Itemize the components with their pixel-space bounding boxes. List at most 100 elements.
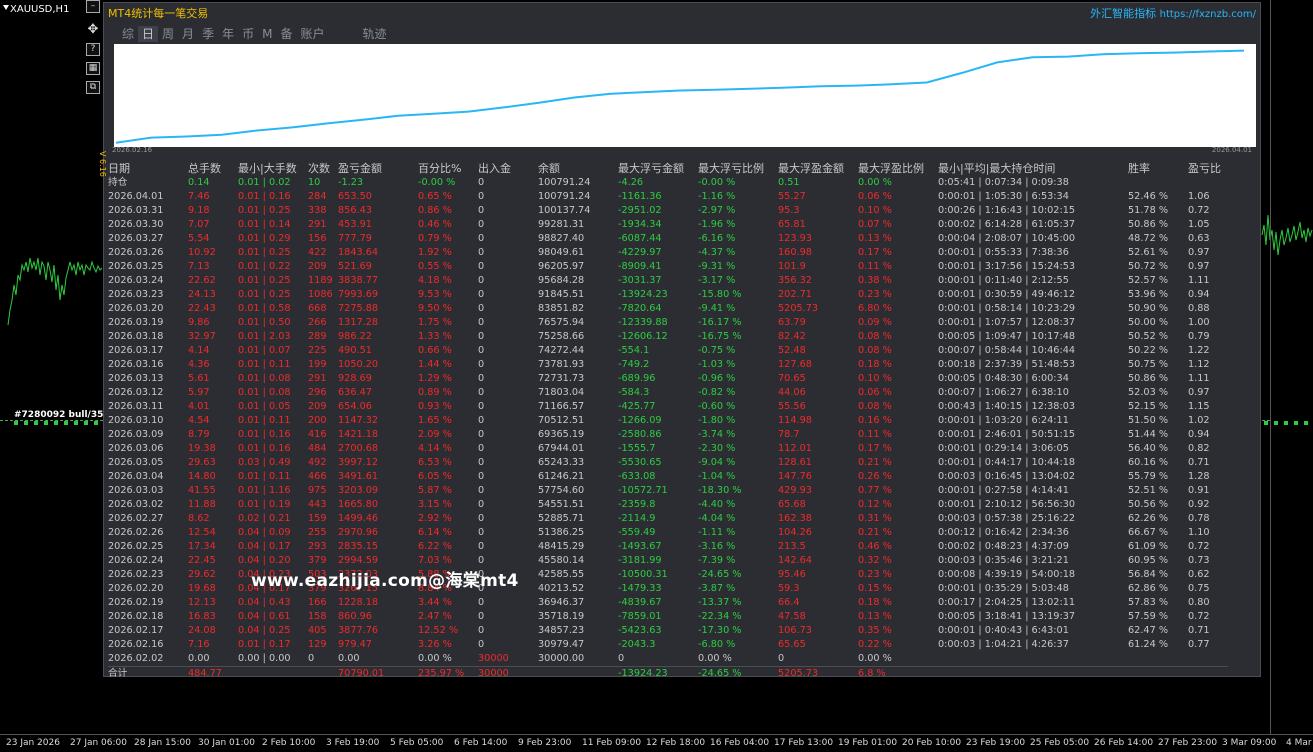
table-cell: 0.23 % [858, 289, 892, 300]
tab-yearly[interactable]: 年 [218, 26, 238, 42]
table-row[interactable]: 2026.03.02 11.88 0.01 | 0.19 443 1665.80 3.15… [108, 498, 1228, 512]
tab-track[interactable]: 轨迹 [359, 26, 391, 42]
table-cell: 0.01 | 0.25 [238, 205, 291, 216]
symbol-dropdown-icon[interactable] [3, 5, 9, 10]
table-row[interactable]: 2026.02.27 8.62 0.02 | 0.21 159 1499.46 2.92 … [108, 512, 1228, 526]
table-cell: 860.96 [338, 611, 372, 622]
table-row[interactable]: 2026.03.19 9.86 0.01 | 0.50 266 1317.28 1.75 … [108, 316, 1228, 330]
tab-account[interactable]: 账户 [296, 26, 328, 42]
table-cell: 99281.31 [538, 219, 585, 230]
table-row[interactable]: 2026.02.19 12.13 0.04 | 0.43 166 1228.18 3.44… [108, 596, 1228, 610]
table-cell: 30979.47 [538, 639, 585, 650]
window-icon[interactable]: ⧉ [86, 81, 100, 94]
grid-icon[interactable]: ▦ [86, 62, 100, 75]
table-cell: 1.92 % [418, 247, 452, 258]
table-cell: 7.07 [188, 219, 210, 230]
column-header: 总手数 [188, 161, 221, 175]
table-row[interactable]: 2026.03.20 22.43 0.01 | 0.58 668 7275.88 9.50… [108, 302, 1228, 316]
table-cell: 0.86 % [418, 205, 452, 216]
tab-monthly[interactable]: 月 [178, 26, 198, 42]
time-tick: 28 Jan 15:00 [134, 738, 191, 748]
table-row[interactable]: 2026.03.11 4.01 0.01 | 0.05 209 654.06 0.93 %… [108, 400, 1228, 414]
table-row[interactable]: 2026.03.03 41.55 0.01 | 1.16 975 3203.09 5.87… [108, 484, 1228, 498]
table-cell: 0.00 | 0.00 [238, 653, 291, 664]
tab-summary[interactable]: 综 [118, 26, 138, 42]
table-cell: 429.93 [778, 485, 812, 496]
table-row[interactable]: 2026.03.23 24.13 0.01 | 0.25 1086 7993.69 9.5… [108, 288, 1228, 302]
table-row[interactable]: 2026.03.30 7.07 0.01 | 0.14 291 453.91 0.46 %… [108, 218, 1228, 232]
table-cell: 0.23 % [858, 569, 892, 580]
table-cell: 0 [478, 457, 485, 468]
table-cell: -633.08 [618, 471, 656, 482]
help-icon[interactable]: ? [86, 43, 100, 56]
table-cell: -2580.86 [618, 429, 662, 440]
table-row[interactable]: 2026.03.12 5.97 0.01 | 0.08 296 636.47 0.89 %… [108, 386, 1228, 400]
tab-quarterly[interactable]: 季 [198, 26, 218, 42]
table-cell: 0.78 [1188, 513, 1210, 524]
table-cell: 0:00:05 | 1:09:47 | 10:17:48 [938, 331, 1076, 342]
table-cell: 70.65 [778, 373, 806, 384]
table-cell: 50.86 % [1128, 219, 1169, 230]
table-cell: 1317.28 [338, 317, 379, 328]
table-row[interactable]: 2026.03.27 5.54 0.01 | 0.29 156 777.79 0.79 %… [108, 232, 1228, 246]
move-icon[interactable]: ✥ [86, 23, 100, 37]
table-row[interactable]: 2026.03.13 5.61 0.01 | 0.08 291 928.69 1.29 %… [108, 372, 1228, 386]
tab-weekly[interactable]: 周 [158, 26, 178, 42]
table-cell: 975 [308, 485, 327, 496]
table-row[interactable]: 2026.03.18 32.97 0.01 | 2.03 289 986.22 1.33 … [108, 330, 1228, 344]
table-row[interactable]: 2026.03.09 8.79 0.01 | 0.16 416 1421.18 2.09 … [108, 428, 1228, 442]
table-cell: 5205.73 [778, 303, 819, 314]
table-cell: 3838.77 [338, 275, 379, 286]
tab-notes[interactable]: 备 [276, 26, 296, 42]
table-cell: 0.07 % [858, 219, 892, 230]
table-row[interactable]: 2026.02.18 16.83 0.04 | 0.61 158 860.96 2.47 … [108, 610, 1228, 624]
table-row[interactable]: 2026.03.05 29.63 0.03 | 0.49 492 3997.12 6.53… [108, 456, 1228, 470]
table-cell: 0.09 % [858, 317, 892, 328]
table-cell: 45580.14 [538, 555, 585, 566]
table-row[interactable]: 2026.02.16 7.16 0.01 | 0.17 129 979.47 3.26 %… [108, 638, 1228, 652]
table-row[interactable]: 2026.02.25 17.34 0.04 | 0.17 293 2835.15 6.22… [108, 540, 1228, 554]
brand-url[interactable]: https://fxznzb.com/ [1160, 9, 1256, 20]
table-cell: 0 [478, 611, 485, 622]
table-cell: 0.97 [1188, 387, 1210, 398]
table-cell: 34857.23 [538, 625, 585, 636]
table-cell: 74272.44 [538, 345, 585, 356]
table-cell: 104.26 [778, 527, 812, 538]
table-row[interactable]: 2026.03.06 19.38 0.01 | 0.16 484 2700.68 4.14… [108, 442, 1228, 456]
brand-link[interactable]: 外汇智能指标 https://fxznzb.com/ [1090, 5, 1256, 21]
time-axis: 23 Jan 2026 27 Jan 06:00 28 Jan 15:00 30… [0, 734, 1313, 752]
table-row[interactable]: 2026.03.31 9.18 0.01 | 0.25 338 856.43 0.86 %… [108, 204, 1228, 218]
table-row[interactable]: 2026.03.04 14.80 0.01 | 0.11 466 3491.61 6.05… [108, 470, 1228, 484]
table-row[interactable]: 2026.02.02 0.00 0.00 | 0.00 0 0.00 0.00 % 3000… [108, 652, 1228, 667]
table-row[interactable]: 2026.03.10 4.54 0.01 | 0.11 200 1147.32 1.65 … [108, 414, 1228, 428]
table-row[interactable]: 2026.03.25 7.13 0.01 | 0.22 209 521.69 0.55 %… [108, 260, 1228, 274]
table-cell: 0.72 [1188, 205, 1210, 216]
table-row[interactable]: 2026.04.01 7.46 0.01 | 0.16 284 653.50 0.65 %… [108, 190, 1228, 204]
table-cell: 3491.61 [338, 471, 379, 482]
minimize-icon[interactable]: – [86, 0, 100, 13]
equity-start-date: 2026.02.16 [112, 146, 153, 154]
table-header: 日期 总手数 最小|大手数 次数 盈亏金额 百分比% 出入金 余额 最大浮亏金额 最大浮亏比例 最大… [108, 161, 1228, 176]
table-cell: 0 [478, 345, 485, 356]
table-cell: 63.79 [778, 317, 806, 328]
tab-magic[interactable]: M [258, 26, 276, 42]
table-cell: 2026.02.02 [108, 653, 164, 664]
table-cell: 59.3 [778, 583, 800, 594]
table-row[interactable]: 2026.02.17 24.08 0.04 | 0.25 405 3877.76 12.5… [108, 624, 1228, 638]
table-cell: 0.01 | 0.05 [238, 401, 291, 412]
time-tick: 6 Feb 14:00 [454, 738, 508, 748]
table-cell: 0 [478, 205, 485, 216]
table-cell: 0.73 [1188, 555, 1210, 566]
table-row[interactable]: 2026.03.24 22.62 0.01 | 0.25 1189 3838.77 4.1… [108, 274, 1228, 288]
table-cell: 2026.03.10 [108, 415, 164, 426]
table-cell: 225 [308, 345, 327, 356]
table-cell: 19.38 [188, 443, 216, 454]
table-row[interactable]: 2026.03.26 10.92 0.01 | 0.25 422 1843.64 1.92… [108, 246, 1228, 260]
tab-daily[interactable]: 日 [138, 26, 159, 42]
table-cell: 2026.02.19 [108, 597, 164, 608]
table-row[interactable]: 2026.02.26 12.54 0.04 | 0.09 255 2970.96 6.14… [108, 526, 1228, 540]
table-cell: 3203.09 [338, 485, 379, 496]
table-row[interactable]: 2026.03.17 4.14 0.01 | 0.07 225 490.51 0.66 %… [108, 344, 1228, 358]
tab-currency[interactable]: 币 [238, 26, 258, 42]
table-row[interactable]: 2026.03.16 4.36 0.01 | 0.11 199 1050.20 1.44 … [108, 358, 1228, 372]
